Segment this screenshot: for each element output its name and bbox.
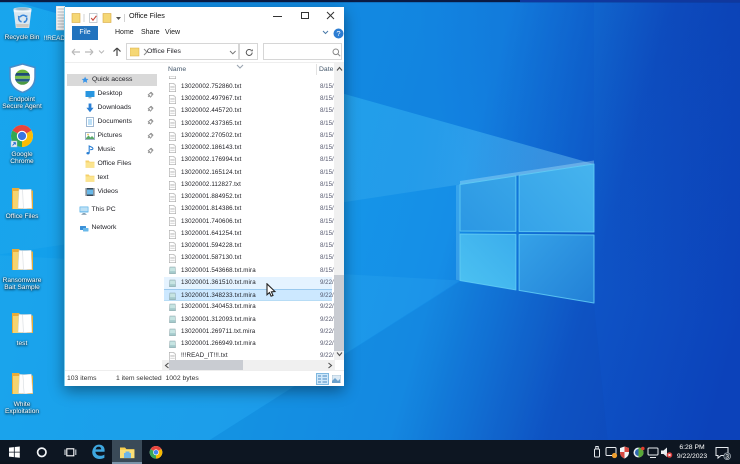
svg-text:3: 3	[725, 454, 729, 461]
svg-text:?: ?	[336, 29, 340, 38]
